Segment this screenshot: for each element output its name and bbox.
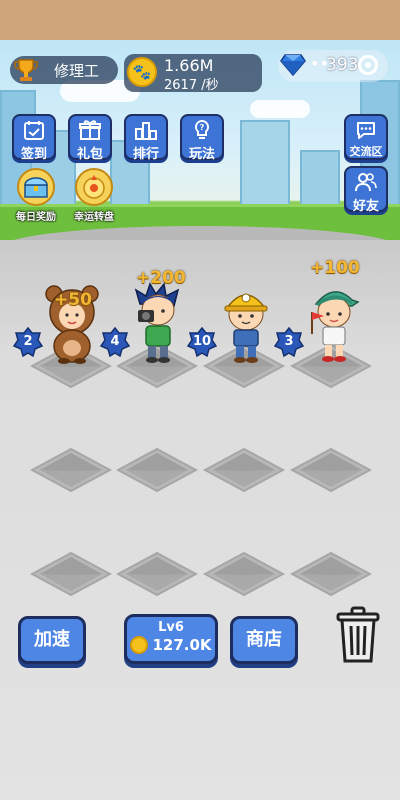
target-icon[interactable] [358,55,378,75]
flag-boy-character[interactable] [304,282,364,362]
level-number: 2 [23,334,33,349]
buy-price: 127.0K [152,636,212,654]
paw-coin-icon: 🐾 [127,57,157,87]
coin-amount: 1.66M [164,56,214,75]
merge-slot[interactable] [115,551,199,597]
community-button[interactable]: 交流区 [344,114,388,160]
gem-count: 393 [326,55,359,75]
coin-panel: 🐾 1.66M 2617 /秒 [124,54,262,93]
income-popup: +100 [310,258,360,278]
speed-up-label: 加速 [34,629,70,650]
merge-slot[interactable] [202,551,286,597]
level-badge: 10 [187,327,217,357]
podium-icon [126,116,166,142]
treasure-chest-icon [17,168,55,206]
level-badge: 3 [274,327,304,357]
how-to-play-button[interactable]: ? 玩法 [180,114,224,162]
lightbulb-icon: ? [182,116,222,142]
diamond-icon [280,54,306,77]
trash-can-icon[interactable] [336,606,380,664]
trophy-icon [12,56,40,84]
coin-rate: 2617 /秒 [164,78,219,93]
buy-level: Lv6 [158,620,184,635]
level-number: 4 [110,334,120,349]
miner-boy-character[interactable] [216,284,276,364]
lucky-wheel-label: 幸运转盘 [74,212,114,223]
friends-icon [346,168,386,194]
income-popup: +50 [54,290,92,310]
level-number: 3 [284,334,294,349]
income-popup: +200 [136,268,186,288]
community-label: 交流区 [349,145,383,158]
level-number: 10 [192,334,212,349]
job-title-pill: 修理工 [10,56,118,84]
friends-button[interactable]: 好友 [344,166,388,214]
merge-slot[interactable] [115,447,199,493]
gift-pack-label: 礼包 [76,147,103,162]
merge-slot[interactable] [289,447,373,493]
shop-button[interactable]: 商店 [230,616,298,664]
level-badge: 4 [100,327,130,357]
chat-bubble-icon [346,116,386,142]
merge-slot[interactable] [29,551,113,597]
paw-coin-icon [130,636,149,654]
checkin-label: 签到 [20,147,47,162]
speed-up-button[interactable]: 加速 [18,616,86,664]
ranking-button[interactable]: 排行 [124,114,168,162]
shop-label: 商店 [246,629,282,650]
daily-reward-label: 每日奖励 [16,212,56,223]
merge-slot[interactable] [289,551,373,597]
daily-reward-button[interactable]: 每日奖励 [12,168,60,223]
how-to-play-label: 玩法 [188,147,215,162]
checkin-button[interactable]: 签到 [12,114,56,162]
svg-text:?: ? [200,123,205,132]
merge-slot[interactable] [29,447,113,493]
lucky-wheel-button[interactable]: 幸运转盘 [70,168,118,223]
lucky-wheel-icon [75,168,113,206]
ranking-label: 排行 [132,147,159,162]
gem-panel[interactable]: •• 393 [278,50,388,82]
photographer-boy-character[interactable] [128,282,188,363]
buy-character-button[interactable]: Lv6 127.0K [124,614,218,664]
level-badge: 2 [13,327,43,357]
friends-label: 好友 [352,199,379,214]
job-title: 修理工 [54,61,100,80]
gift-icon [70,116,110,142]
merge-slot[interactable] [202,447,286,493]
status-bar [0,0,400,40]
calendar-icon [14,116,54,142]
gift-pack-button[interactable]: 礼包 [68,114,112,162]
